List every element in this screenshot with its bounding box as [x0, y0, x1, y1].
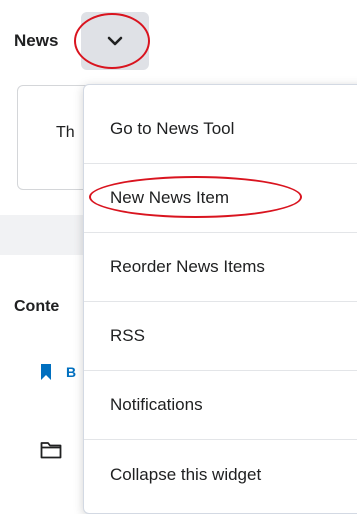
- news-card-text: Th: [56, 124, 75, 141]
- menu-item-label: RSS: [110, 326, 145, 345]
- menu-item-collapse-widget[interactable]: Collapse this widget: [84, 440, 357, 509]
- section-divider: [0, 215, 90, 255]
- content-widget-title: Conte: [14, 298, 60, 315]
- menu-item-label: Notifications: [110, 395, 203, 414]
- bookmark-link[interactable]: B: [66, 364, 76, 380]
- menu-item-rss[interactable]: RSS: [84, 302, 357, 371]
- news-widget-title: News: [14, 31, 59, 50]
- highlight-circle-menu-button: [74, 13, 150, 69]
- menu-item-go-to-news-tool[interactable]: Go to News Tool: [84, 95, 357, 164]
- bookmark-icon: [41, 364, 51, 380]
- menu-item-label: Go to News Tool: [110, 119, 235, 138]
- menu-item-notifications[interactable]: Notifications: [84, 371, 357, 440]
- folder-icon: [40, 442, 62, 459]
- menu-item-reorder-news-items[interactable]: Reorder News Items: [84, 233, 357, 302]
- menu-item-label: Reorder News Items: [110, 257, 265, 276]
- menu-item-label: Collapse this widget: [110, 464, 262, 484]
- widget-dropdown-menu: Go to News Tool New News Item Reorder Ne…: [83, 84, 357, 514]
- highlight-circle-new-news-item: [89, 176, 302, 218]
